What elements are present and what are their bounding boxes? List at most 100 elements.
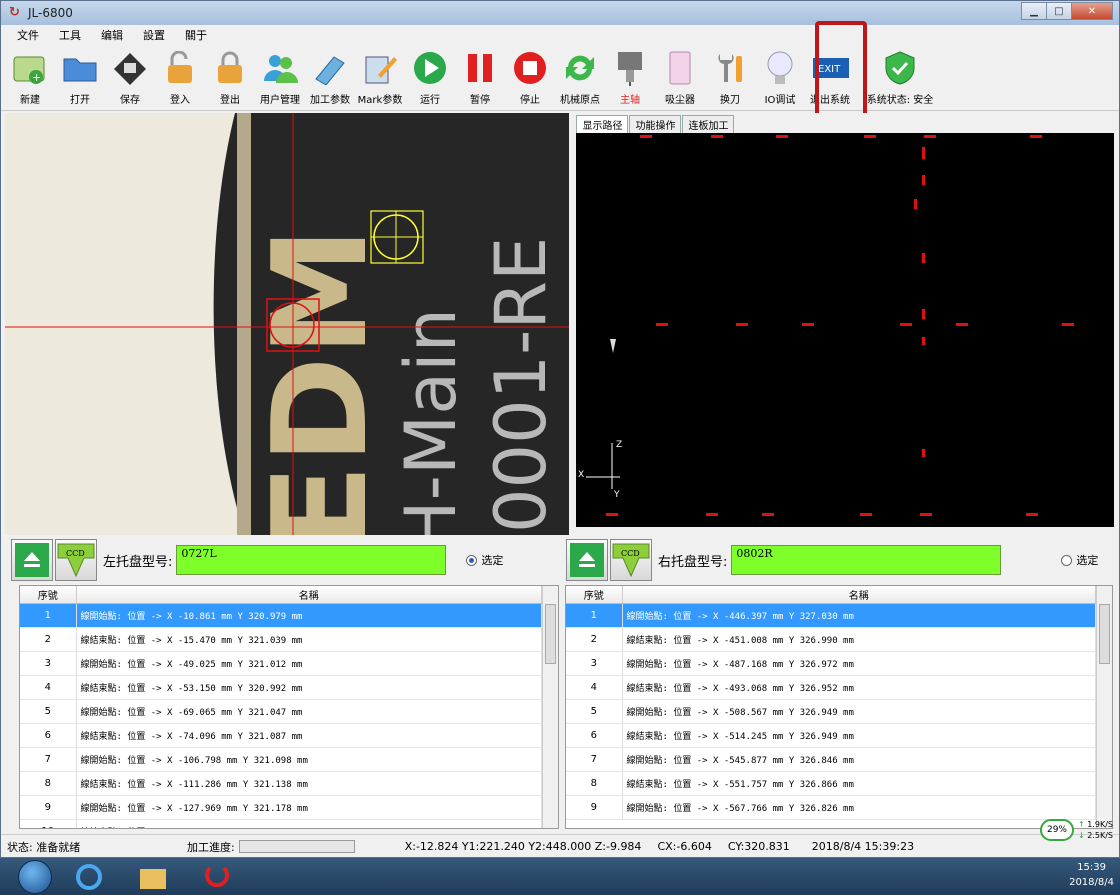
machine-home-button[interactable]: 机械原点 bbox=[555, 45, 605, 109]
spindle-button[interactable]: 主轴 bbox=[605, 45, 655, 109]
run-button[interactable]: 运行 bbox=[405, 45, 455, 109]
ccd-camera-view[interactable]: EDM H-Main 0001-RE bbox=[5, 113, 570, 535]
window-controls: ▁ □ ✕ bbox=[1021, 2, 1113, 20]
users-icon bbox=[261, 49, 299, 87]
scroll-thumb[interactable] bbox=[1099, 604, 1110, 664]
camera-text-edm: EDM bbox=[244, 227, 396, 535]
menu-settings[interactable]: 設置 bbox=[133, 27, 175, 43]
table-row[interactable]: 5 線開始點: 位置 -> X -69.065 mm Y 321.047 mm bbox=[20, 699, 542, 724]
table-row[interactable]: 2 線結束點: 位置 -> X -451.008 mm Y 326.990 mm bbox=[566, 627, 1096, 652]
row-name: 線結束點: 位置 -> X -451.008 mm Y 326.990 mm bbox=[622, 627, 1096, 652]
table-row[interactable]: 3 線開始點: 位置 -> X -487.168 mm Y 326.972 mm bbox=[566, 651, 1096, 676]
stop-icon bbox=[511, 49, 549, 87]
spindle-icon bbox=[611, 49, 649, 87]
menu-file[interactable]: 文件 bbox=[7, 27, 49, 43]
scroll-thumb[interactable] bbox=[545, 604, 556, 664]
user-management-button[interactable]: 用户管理 bbox=[255, 45, 305, 109]
left-tray-model-input[interactable]: 0727L bbox=[176, 545, 447, 575]
col-name[interactable]: 名稱 bbox=[76, 586, 542, 604]
right-tray-label: 右托盘型号: bbox=[658, 554, 728, 570]
close-button[interactable]: ✕ bbox=[1071, 2, 1113, 20]
right-tray-model-input[interactable]: 0802R bbox=[731, 545, 1002, 575]
table-row[interactable]: 9 線開始點: 位置 -> X -127.969 mm Y 321.178 mm bbox=[20, 795, 542, 820]
table-row[interactable]: 8 線結束點: 位置 -> X -111.286 mm Y 321.138 mm bbox=[20, 771, 542, 796]
table-row[interactable]: 6 線結束點: 位置 -> X -514.245 mm Y 326.949 mm bbox=[566, 723, 1096, 748]
row-name: 線開始點: 位置 -> X -127.969 mm Y 321.178 mm bbox=[76, 795, 542, 820]
open-button[interactable]: 打开 bbox=[55, 45, 105, 109]
logout-button[interactable]: 登出 bbox=[205, 45, 255, 109]
table-row[interactable]: 5 線開始點: 位置 -> X -508.567 mm Y 326.949 mm bbox=[566, 699, 1096, 724]
network-widget[interactable]: 29% ↑ 1.9K/S ↓ 2.5K/S bbox=[1040, 819, 1113, 841]
menu-bar: 文件 工具 编辑 設置 關于 bbox=[1, 25, 1119, 45]
row-index: 6 bbox=[566, 723, 623, 748]
mark-params-button[interactable]: Mark参数 bbox=[355, 45, 405, 109]
row-name: 線開始點: 位置 -> X -508.567 mm Y 326.949 mm bbox=[622, 699, 1096, 724]
col-name[interactable]: 名稱 bbox=[622, 586, 1096, 604]
left-table-scrollbar[interactable] bbox=[542, 586, 558, 828]
left-eject-button[interactable] bbox=[11, 539, 53, 581]
tab-panel-processing[interactable]: 连板加工 bbox=[682, 115, 735, 133]
taskbar-jl6800[interactable] bbox=[190, 860, 244, 894]
stop-button[interactable]: 停止 bbox=[505, 45, 555, 109]
tab-show-path[interactable]: 显示路径 bbox=[576, 115, 629, 133]
row-index: 8 bbox=[566, 771, 623, 796]
start-button[interactable] bbox=[18, 859, 52, 894]
io-debug-button[interactable]: IO调试 bbox=[755, 45, 805, 109]
left-tray-select-radio[interactable]: 选定 bbox=[466, 552, 503, 568]
tool-change-button[interactable]: 换刀 bbox=[705, 45, 755, 109]
row-index: 7 bbox=[566, 747, 623, 772]
new-button[interactable]: + 新建 bbox=[5, 45, 55, 109]
table-row[interactable]: 10線結束點: 位置 -> X -131.753 mm Y 321.258 mm bbox=[20, 819, 542, 828]
right-ccd-button[interactable]: CCD bbox=[610, 539, 652, 581]
row-name: 線結束點: 位置 -> X -74.096 mm Y 321.087 mm bbox=[76, 723, 542, 748]
row-name: 線開始點: 位置 -> X -69.065 mm Y 321.047 mm bbox=[76, 699, 542, 724]
login-button[interactable]: 登入 bbox=[155, 45, 205, 109]
right-eject-button[interactable] bbox=[566, 539, 608, 581]
col-index[interactable]: 序號 bbox=[20, 586, 77, 604]
system-clock[interactable]: 15:39 2018/8/4 bbox=[1069, 860, 1114, 890]
table-row[interactable]: 3 線開始點: 位置 -> X -49.025 mm Y 321.012 mm bbox=[20, 651, 542, 676]
row-name: 線結束點: 位置 -> X -551.757 mm Y 326.866 mm bbox=[622, 771, 1096, 796]
upload-arrow-icon: ↑ bbox=[1078, 820, 1085, 829]
menu-tools[interactable]: 工具 bbox=[49, 27, 91, 43]
taskbar-explorer[interactable] bbox=[126, 860, 180, 894]
progress-label: 加工進度: bbox=[187, 840, 235, 854]
menu-about[interactable]: 關于 bbox=[175, 27, 217, 43]
row-index: 4 bbox=[20, 675, 77, 700]
row-name: 線開始點: 位置 -> X -49.025 mm Y 321.012 mm bbox=[76, 651, 542, 676]
table-row[interactable]: 1 線開始點: 位置 -> X -10.861 mm Y 320.979 mm bbox=[20, 603, 542, 628]
row-index: 8 bbox=[20, 771, 77, 796]
table-row[interactable]: 9 線開始點: 位置 -> X -567.766 mm Y 326.826 mm bbox=[566, 795, 1096, 820]
tab-function-ops[interactable]: 功能操作 bbox=[629, 115, 682, 133]
maximize-button[interactable]: □ bbox=[1046, 2, 1072, 20]
col-index[interactable]: 序號 bbox=[566, 586, 623, 604]
table-row[interactable]: 1 線開始點: 位置 -> X -446.397 mm Y 327.030 mm bbox=[566, 603, 1096, 628]
window-title: JL-6800 bbox=[28, 6, 73, 20]
title-bar[interactable]: ↻ JL-6800 ▁ □ ✕ bbox=[1, 1, 1119, 25]
table-row[interactable]: 7 線開始點: 位置 -> X -106.798 mm Y 321.098 mm bbox=[20, 747, 542, 772]
right-tray-select-radio[interactable]: 选定 bbox=[1061, 552, 1098, 568]
table-row[interactable]: 7 線開始點: 位置 -> X -545.877 mm Y 326.846 mm bbox=[566, 747, 1096, 772]
menu-edit[interactable]: 编辑 bbox=[91, 27, 133, 43]
minimize-button[interactable]: ▁ bbox=[1021, 2, 1047, 20]
pause-button[interactable]: 暂停 bbox=[455, 45, 505, 109]
process-params-button[interactable]: 加工参数 bbox=[305, 45, 355, 109]
save-button[interactable]: 保存 bbox=[105, 45, 155, 109]
vacuum-button[interactable]: 吸尘器 bbox=[655, 45, 705, 109]
camera-image: EDM H-Main 0001-RE bbox=[5, 113, 570, 535]
left-ccd-button[interactable]: CCD bbox=[55, 539, 97, 581]
table-row[interactable]: 4 線結束點: 位置 -> X -53.150 mm Y 320.992 mm bbox=[20, 675, 542, 700]
taskbar-ie[interactable] bbox=[62, 860, 116, 894]
table-row[interactable]: 8 線結束點: 位置 -> X -551.757 mm Y 326.866 mm bbox=[566, 771, 1096, 796]
row-index: 3 bbox=[20, 651, 77, 676]
table-row[interactable]: 2 線結束點: 位置 -> X -15.470 mm Y 321.039 mm bbox=[20, 627, 542, 652]
play-icon bbox=[411, 49, 449, 87]
status-text: 状态: 准备就绪 bbox=[7, 840, 81, 854]
table-row[interactable]: 4 線結束點: 位置 -> X -493.068 mm Y 326.952 mm bbox=[566, 675, 1096, 700]
path-display[interactable]: Z X Y bbox=[576, 133, 1115, 527]
lock-icon bbox=[211, 49, 249, 87]
table-row[interactable]: 6 線結束點: 位置 -> X -74.096 mm Y 321.087 mm bbox=[20, 723, 542, 748]
home-refresh-icon bbox=[561, 49, 599, 87]
right-table-scrollbar[interactable] bbox=[1096, 586, 1112, 828]
datetime-readout: 2018/8/4 15:39:23 bbox=[811, 840, 915, 853]
